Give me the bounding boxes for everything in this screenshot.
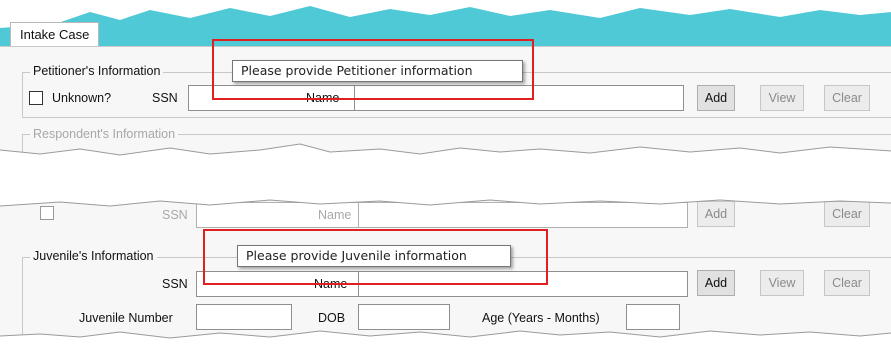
torn-edge-respondent-cover [0,190,891,207]
petitioner-highlight-box [212,39,534,100]
unknown-checkbox[interactable] [29,91,43,105]
juvenile-clear-button[interactable]: Clear [824,270,870,296]
petitioner-legend: Petitioner's Information [30,64,164,78]
juvenile-view-button[interactable]: View [760,270,804,296]
petitioner-add-button[interactable]: Add [697,85,735,111]
petitioner-view-button[interactable]: View [760,85,804,111]
respondent-legend: Respondent's Information [30,127,179,141]
tab-intake-case[interactable]: Intake Case [10,22,100,46]
tab-label: Intake Case [20,27,90,42]
torn-edge-bottom [0,330,891,346]
torn-edge-top [0,143,891,180]
juvenile-legend: Juvenile's Information [30,249,157,263]
unknown-label: Unknown? [52,91,112,105]
juvenile-ssn-label: SSN [162,277,188,291]
juvenile-highlight-box [203,229,548,285]
petitioner-clear-button[interactable]: Clear [824,85,870,111]
petitioner-ssn-label: SSN [152,91,178,105]
juvenile-add-button[interactable]: Add [697,270,735,296]
